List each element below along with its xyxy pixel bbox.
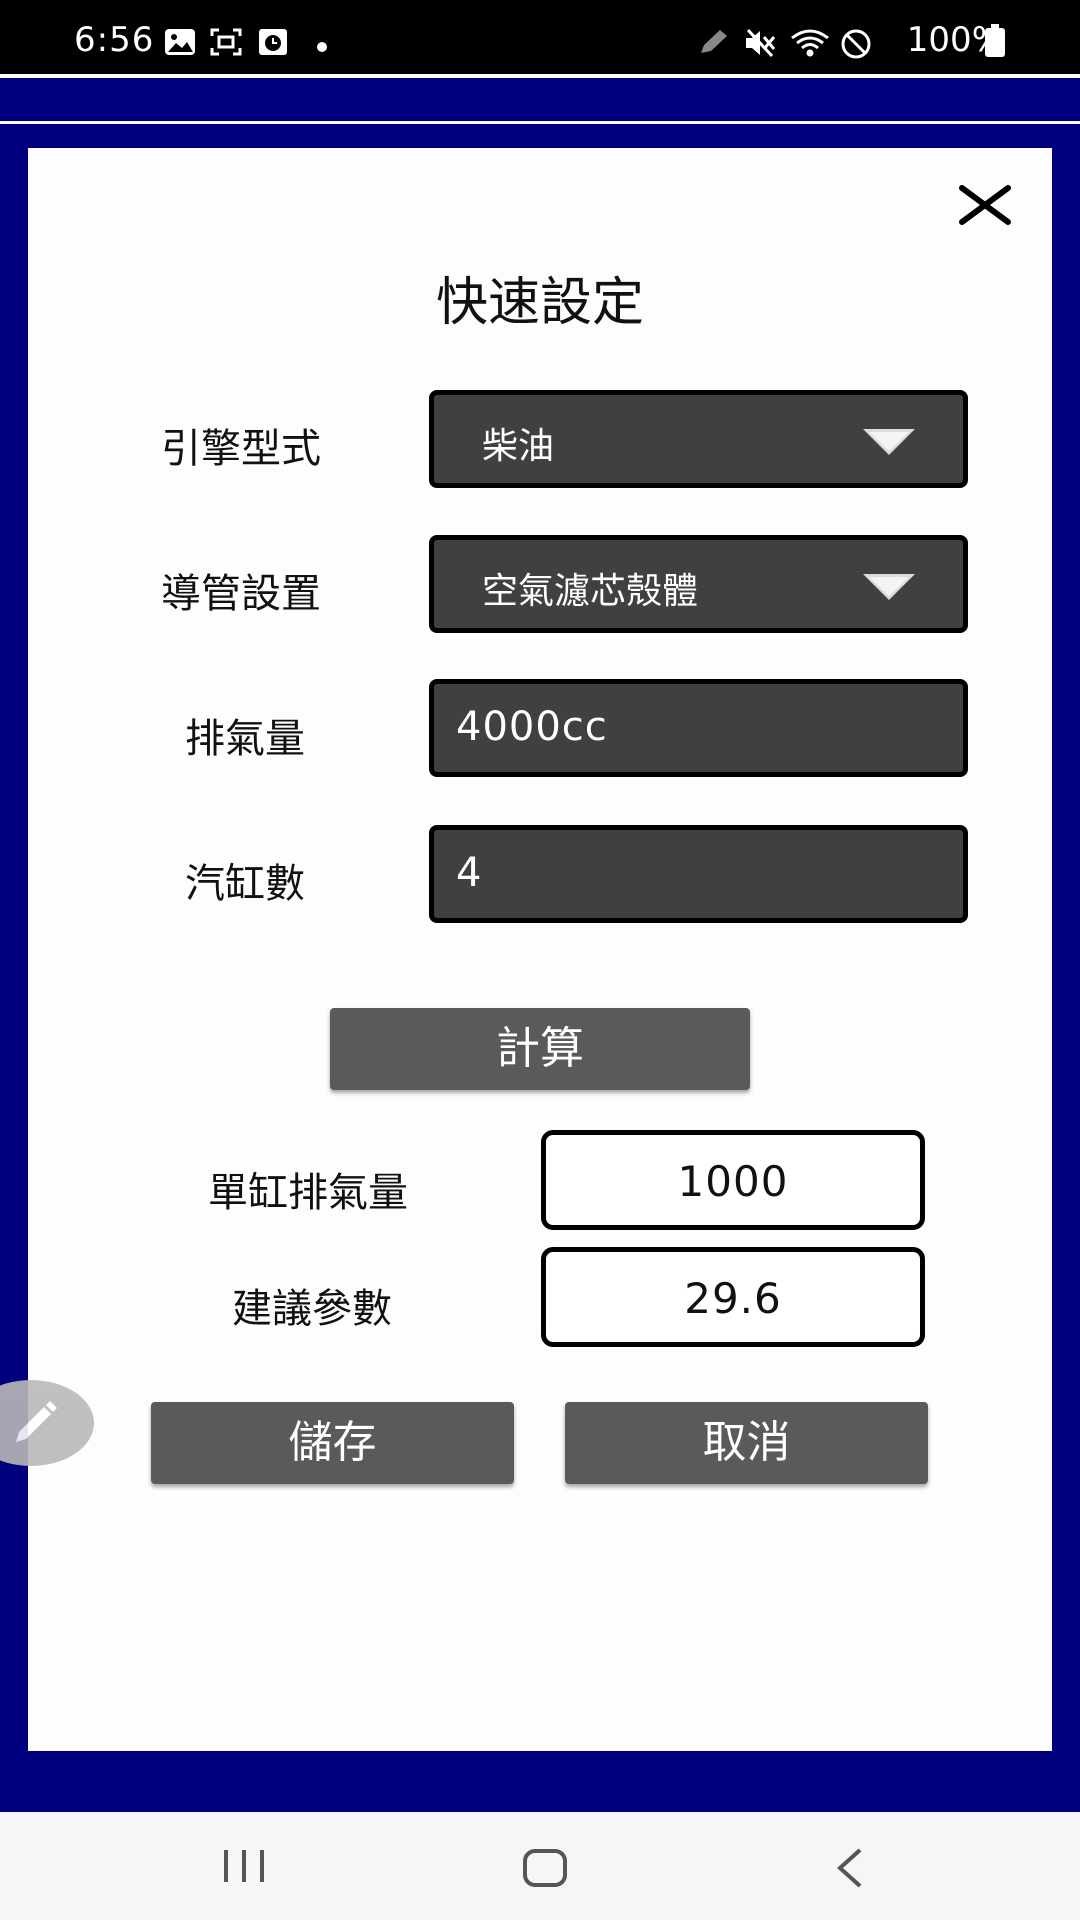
displacement-label: 排氣量 [185, 716, 305, 762]
dialog-title: 快速設定 [435, 273, 644, 333]
recent-apps-icon[interactable] [222, 1848, 266, 1888]
close-button[interactable] [956, 176, 1014, 234]
status-bar: 6:56 100% [0, 0, 1080, 74]
pencil-icon [16, 1401, 57, 1442]
app-top-band [0, 74, 1080, 148]
save-button[interactable]: 儲存 [151, 1402, 514, 1484]
single-cylinder-displacement-value: 1000 [541, 1130, 925, 1230]
timer-app-icon [258, 28, 288, 60]
divider [0, 121, 1080, 124]
divider [0, 74, 1080, 78]
home-icon[interactable] [522, 1848, 568, 1892]
no-disturb-icon [840, 28, 872, 64]
single-cylinder-displacement-label: 單缸排氣量 [208, 1170, 408, 1216]
cylinders-label: 汽缸數 [185, 861, 305, 907]
battery-icon [984, 24, 1006, 62]
cancel-button[interactable]: 取消 [565, 1402, 928, 1484]
cylinders-value: 4 [456, 850, 483, 896]
cylinders-input[interactable]: 4 [429, 825, 968, 923]
engine-type-label: 引擎型式 [161, 426, 321, 472]
suggested-param-label: 建議參數 [232, 1286, 392, 1332]
dot-icon [316, 38, 328, 57]
wifi-icon [790, 28, 830, 62]
status-time: 6:56 [74, 20, 155, 60]
duct-setting-value: 空氣濾芯殼體 [482, 571, 699, 612]
image-icon [164, 28, 196, 60]
displacement-value: 4000cc [456, 704, 608, 750]
dropdown-arrow-icon [863, 429, 915, 455]
back-icon[interactable] [834, 1848, 864, 1892]
calculate-button[interactable]: 計算 [330, 1008, 750, 1090]
engine-type-select[interactable]: 柴油 [429, 390, 968, 488]
duct-setting-label: 導管設置 [161, 571, 321, 617]
displacement-input[interactable]: 4000cc [429, 679, 968, 777]
close-icon [959, 185, 1011, 225]
screenshot-icon [210, 28, 242, 60]
pen-icon [698, 28, 730, 60]
suggested-param-value: 29.6 [541, 1247, 925, 1347]
navigation-bar [0, 1812, 1080, 1920]
dropdown-arrow-icon [863, 574, 915, 600]
mute-icon [744, 28, 778, 62]
duct-setting-select[interactable]: 空氣濾芯殼體 [429, 535, 968, 633]
quick-setting-dialog: 快速設定 引擎型式 柴油 導管設置 空氣濾芯殼體 排氣量 4000cc 汽缸數 … [28, 148, 1052, 1751]
engine-type-value: 柴油 [482, 426, 555, 467]
